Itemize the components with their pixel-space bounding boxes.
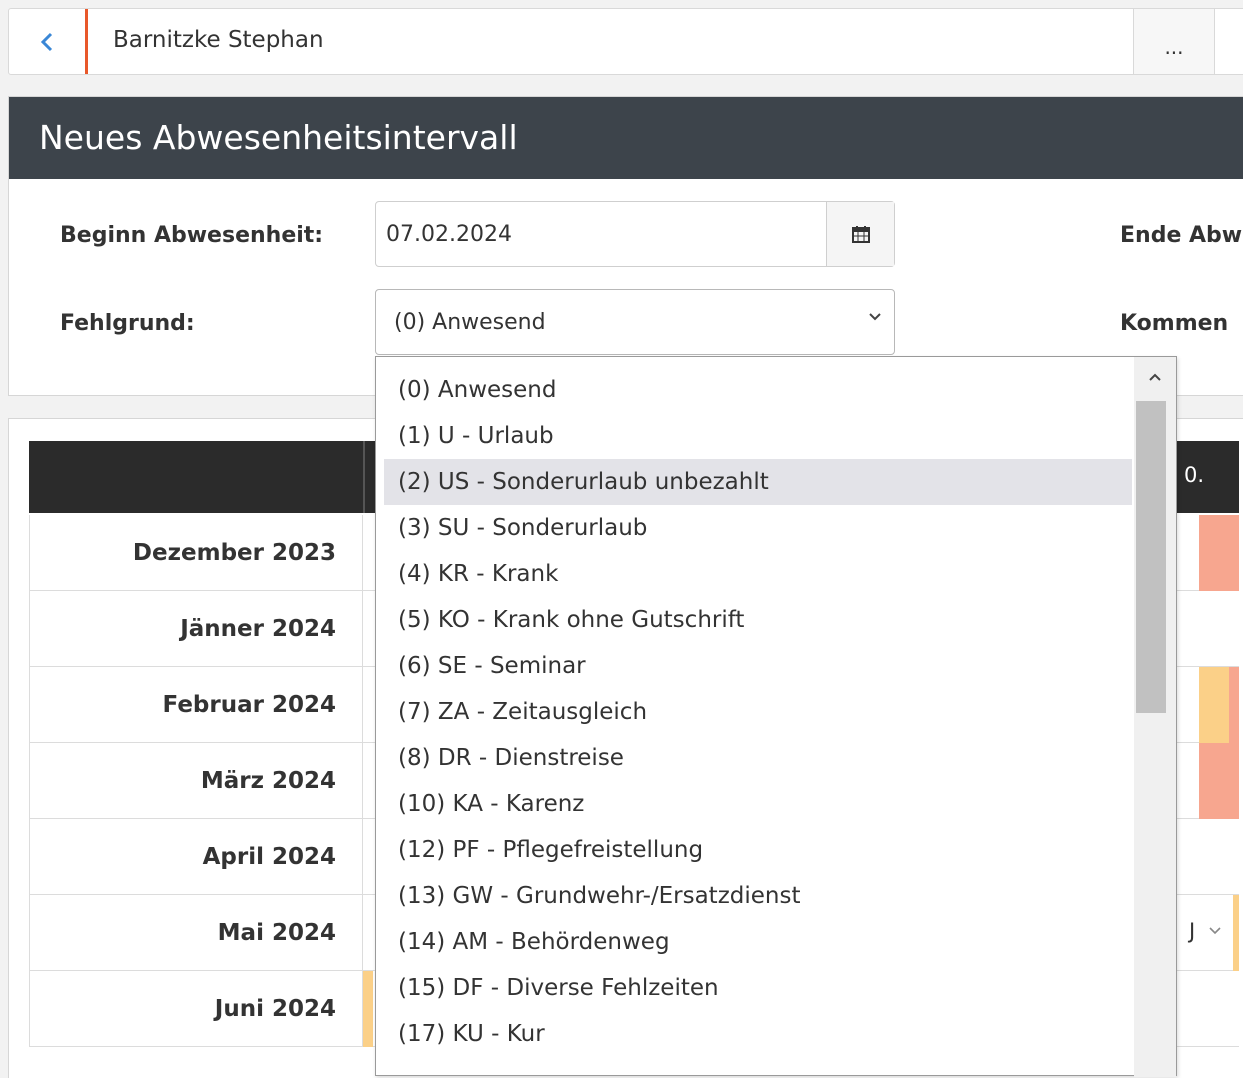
option-sonderurlaub[interactable]: (3) SU - Sonderurlaub (384, 505, 1132, 551)
day-cell[interactable] (1229, 667, 1239, 743)
option-anwesend[interactable]: (0) Anwesend (384, 367, 1132, 413)
day-cell[interactable] (1199, 515, 1239, 591)
reason-label: Fehlgrund: (60, 311, 195, 336)
header-day-label: 0. (1184, 463, 1205, 487)
option-dienstreise[interactable]: (8) DR - Dienstreise (384, 735, 1132, 781)
chevron-down-icon (1209, 927, 1221, 935)
scroll-up-button[interactable] (1134, 357, 1176, 397)
accent-divider (85, 9, 88, 74)
absence-dialog: Neues Abwesenheitsintervall Beginn Abwes… (8, 96, 1243, 396)
day-cell[interactable] (1199, 667, 1229, 743)
chevron-left-icon (40, 32, 53, 51)
month-label: Februar 2024 (29, 667, 363, 743)
begin-date-input[interactable]: 07.02.2024 (375, 201, 895, 267)
option-sonderurlaub-unbezahlt[interactable]: (2) US - Sonderurlaub unbezahlt (384, 459, 1132, 505)
calendar-icon (851, 226, 870, 243)
begin-label: Beginn Abwesenheit: (60, 223, 324, 248)
header-separator (363, 441, 365, 513)
back-button[interactable] (9, 9, 85, 74)
dialog-title: Neues Abwesenheitsintervall (9, 97, 1243, 179)
month-label: März 2024 (29, 743, 363, 819)
chevron-down-icon (869, 313, 881, 321)
end-label: Ende Abw (1120, 223, 1243, 248)
option-grundwehr-ersatzdienst[interactable]: (13) GW - Grundwehr-/Ersatzdienst (384, 873, 1132, 919)
more-button[interactable]: ... (1133, 9, 1215, 74)
option-diverse-fehlzeiten[interactable]: (15) DF - Diverse Fehlzeiten (384, 965, 1132, 1011)
reason-select-value: (0) Anwesend (394, 310, 546, 335)
month-label: Juni 2024 (29, 971, 363, 1047)
day-cell[interactable] (1233, 895, 1239, 971)
reason-dropdown-list[interactable]: (0) Anwesend (1) U - Urlaub (2) US - Son… (375, 356, 1177, 1077)
calendar-button[interactable] (826, 202, 894, 266)
month-label: April 2024 (29, 819, 363, 895)
reason-select[interactable]: (0) Anwesend (375, 289, 895, 355)
day-select-value[interactable]: J (1189, 919, 1195, 943)
top-bar: Barnitzke Stephan ... (8, 8, 1243, 75)
chevron-up-icon (1149, 373, 1161, 381)
option-kur[interactable]: (17) KU - Kur (384, 1011, 1132, 1057)
option-behoerdenweg[interactable]: (14) AM - Behördenweg (384, 919, 1132, 965)
option-urlaub[interactable]: (1) U - Urlaub (384, 413, 1132, 459)
month-label: Mai 2024 (29, 895, 363, 971)
option-pflegefreistellung[interactable]: (12) PF - Pflegefreistellung (384, 827, 1132, 873)
day-cell[interactable] (363, 971, 373, 1047)
dropdown-scrollbar[interactable] (1134, 357, 1176, 1077)
month-label: Jänner 2024 (29, 591, 363, 667)
option-krank[interactable]: (4) KR - Krank (384, 551, 1132, 597)
option-krank-ohne-gutschrift[interactable]: (5) KO - Krank ohne Gutschrift (384, 597, 1132, 643)
option-seminar[interactable]: (6) SE - Seminar (384, 643, 1132, 689)
month-label: Dezember 2023 (29, 515, 363, 591)
scrollbar-thumb[interactable] (1136, 401, 1166, 713)
person-name: Barnitzke Stephan (113, 27, 324, 53)
begin-date-value: 07.02.2024 (386, 222, 512, 247)
comment-label: Kommen (1120, 311, 1229, 336)
option-karenz[interactable]: (10) KA - Karenz (384, 781, 1132, 827)
day-cell[interactable] (1199, 743, 1239, 819)
option-zeitausgleich[interactable]: (7) ZA - Zeitausgleich (384, 689, 1132, 735)
